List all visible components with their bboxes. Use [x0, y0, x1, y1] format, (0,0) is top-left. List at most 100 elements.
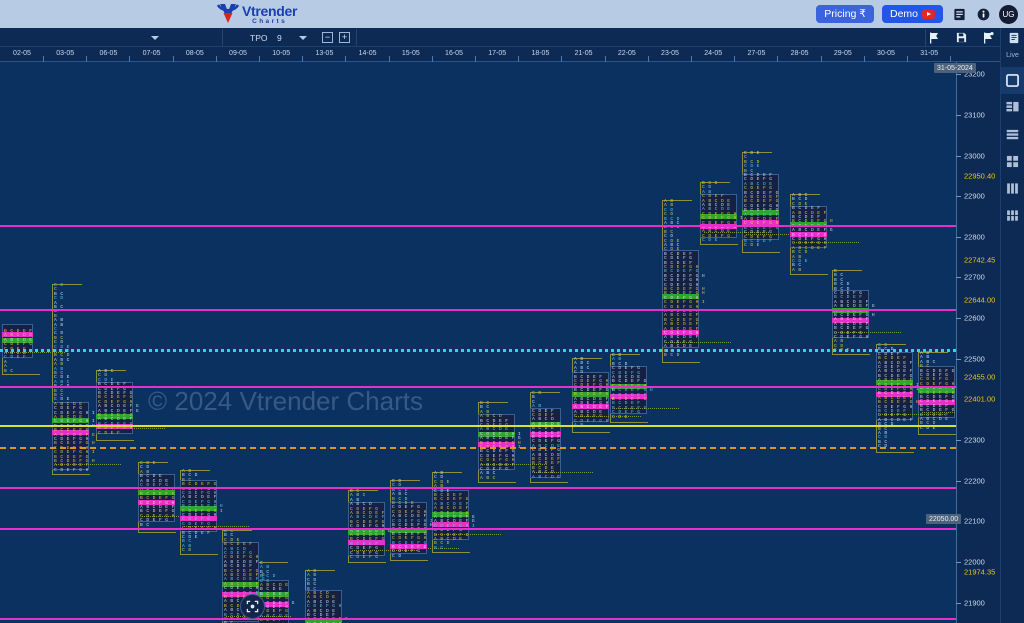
layout-quad-icon[interactable]	[1001, 148, 1024, 175]
youtube-icon	[922, 9, 935, 19]
mode-dropdown-caret[interactable]	[299, 36, 307, 40]
tpo-letter-row: C D E	[612, 414, 628, 420]
date-tick-label: 09-05	[229, 50, 247, 57]
price-tick-label: 22700	[964, 272, 985, 282]
price-tick	[956, 236, 961, 238]
price-tick-label: 21900	[964, 598, 985, 608]
price-tick-label-highlight: 22644.00	[964, 295, 996, 305]
session-low-marker	[610, 422, 648, 423]
logo-name: Vtrender	[242, 3, 298, 19]
session-low-marker	[918, 434, 956, 435]
reference-line	[0, 528, 956, 530]
price-axis[interactable]: 23200 23100 23000 22950.40 22900 22800 22742.4…	[956, 62, 1000, 623]
tpo-letter-row: B C	[4, 368, 14, 374]
price-tick-label-highlight: 22950.40	[964, 171, 996, 181]
tpo-letter-row: A B	[792, 267, 802, 273]
session-low-marker	[390, 560, 428, 561]
save-icon[interactable]	[953, 30, 969, 46]
price-tick-label-highlight: 22455.00	[964, 372, 996, 382]
session-low-marker	[700, 244, 738, 245]
top-header-bar: Vtrender Charts Pricing ₹ Demo UG	[0, 0, 1024, 28]
chart-plot-area[interactable]: © 2024 Vtrender Charts B C D E FA B C D …	[0, 62, 956, 623]
layout-rows-icon[interactable]	[1001, 121, 1024, 148]
date-tick-label: 30-05	[877, 50, 895, 57]
toolbar-right-actions	[926, 28, 996, 47]
tpo-letter-row: C D E F G H	[54, 467, 89, 473]
price-tick	[956, 277, 961, 279]
date-tick-label: 15-05	[401, 50, 420, 57]
mode-label: TPO	[250, 33, 268, 43]
date-tick-label: 27-05	[747, 50, 766, 57]
price-tick-label: 23000	[964, 151, 985, 160]
layout-single-icon[interactable]	[1000, 67, 1024, 94]
tpo-letter-row: C D E F	[98, 430, 121, 436]
layout-grid-icon[interactable]	[1001, 202, 1024, 229]
tpo-letter-row: C D	[182, 548, 192, 554]
date-tick-label: 22-05	[617, 50, 636, 57]
layout-columns-icon[interactable]	[1001, 175, 1024, 202]
tpo-letter-row: B C D	[664, 353, 680, 358]
price-tick	[956, 480, 961, 482]
price-tick-label: 22600	[964, 313, 985, 323]
demo-label: Demo	[889, 8, 918, 20]
flag-left-icon[interactable]	[926, 30, 942, 46]
right-layout-rail: Live	[1000, 28, 1024, 623]
mode-value[interactable]: 9	[277, 33, 282, 43]
chart-toolbar: TPO 9 − +	[0, 28, 1024, 47]
price-tick-label: 22300	[964, 435, 985, 445]
reference-line	[0, 487, 956, 489]
session-low-marker	[572, 432, 610, 433]
date-tick-label: 16-05	[445, 50, 463, 57]
flag-right-icon[interactable]	[980, 30, 996, 46]
price-tick	[956, 602, 961, 604]
price-tick	[956, 440, 961, 442]
tpo-letter-row: B C	[434, 545, 444, 551]
date-tick-label: 17-05	[488, 50, 507, 57]
price-tick-label-highlight: 22401.00	[964, 394, 996, 404]
info-icon[interactable]	[975, 6, 991, 22]
watermark: © 2024 Vtrender Charts	[148, 386, 423, 416]
session-low-marker	[348, 562, 386, 563]
vtrender-chart-app: Vtrender Charts Pricing ₹ Demo UG TPO 9	[0, 0, 1024, 623]
price-tick-label: 22000	[964, 557, 985, 567]
price-axis-line	[956, 62, 957, 623]
session-low-marker	[52, 474, 90, 475]
tpo-letter-row: C D	[392, 553, 402, 559]
price-tick-label-highlight: 21974.35	[964, 567, 996, 577]
date-tick-label: 02-05	[13, 50, 31, 57]
date-axis[interactable]: 02-05 03-05 06-05 07-05 08-05 09-05 10-05 13-05…	[0, 47, 1000, 62]
price-tick	[956, 562, 961, 564]
symbol-dropdown-caret[interactable]	[151, 36, 159, 40]
header-actions: Pricing ₹ Demo UG	[816, 0, 1018, 28]
session-low-marker	[96, 440, 134, 441]
recenter-chart-icon[interactable]	[240, 594, 265, 619]
app-logo[interactable]: Vtrender Charts	[215, 1, 297, 26]
pricing-button[interactable]: Pricing ₹	[816, 5, 874, 23]
price-tick	[956, 358, 961, 360]
reference-line	[0, 447, 956, 449]
rail-document-icon[interactable]	[1008, 31, 1021, 44]
date-tick-label: 21-05	[574, 50, 593, 57]
price-tick	[956, 155, 961, 157]
tpo-letter-row: A B C D E	[532, 474, 561, 480]
session-low-marker	[790, 274, 828, 275]
zoom-out-button[interactable]: −	[322, 32, 333, 43]
user-avatar[interactable]: UG	[999, 4, 1018, 24]
reference-line	[0, 386, 956, 388]
reference-line	[0, 309, 956, 311]
layout-split-icon[interactable]	[1001, 94, 1024, 121]
date-tick-label: 07-05	[142, 50, 161, 57]
date-tick-label: 13-05	[315, 50, 334, 57]
price-tick-label: 23100	[964, 110, 985, 120]
session-low-marker	[832, 354, 870, 355]
reference-line	[0, 425, 956, 427]
session-low-marker	[876, 452, 914, 453]
date-tick-label: 03-05	[56, 50, 75, 57]
price-tick	[956, 196, 961, 198]
demo-button[interactable]: Demo	[881, 5, 943, 23]
price-tick	[956, 114, 961, 116]
price-tick-label: 22200	[964, 476, 985, 486]
tpo-letter-row: C D E F G	[350, 555, 379, 560]
zoom-in-button[interactable]: +	[339, 32, 350, 43]
document-list-icon[interactable]	[951, 6, 967, 22]
